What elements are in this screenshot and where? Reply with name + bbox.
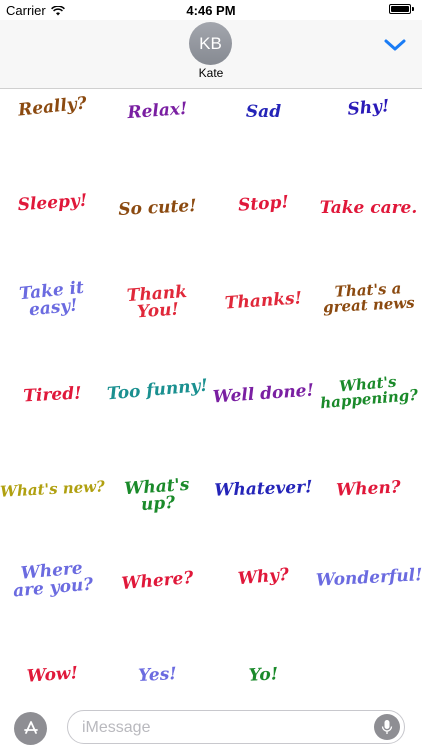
sticker[interactable]: That's a great news: [315, 279, 421, 316]
sticker[interactable]: So cute!: [105, 196, 211, 220]
sticker[interactable]: Tired!: [0, 383, 105, 406]
message-field[interactable]: [67, 710, 405, 744]
sticker[interactable]: Where?: [104, 568, 210, 594]
contact-name[interactable]: Kate: [0, 66, 422, 80]
sticker[interactable]: What's new?: [0, 477, 105, 500]
status-bar: Carrier 4:46 PM: [0, 0, 422, 20]
battery-icon: [389, 4, 414, 14]
sticker[interactable]: Sad: [211, 104, 316, 121]
sticker[interactable]: Wonderful!: [316, 565, 422, 591]
sticker[interactable]: Well done!: [211, 380, 317, 407]
sticker[interactable]: Where are you?: [0, 558, 106, 601]
sticker[interactable]: Really?: [0, 93, 106, 122]
message-input[interactable]: [80, 717, 374, 739]
sticker-grid: Really? Relax! Sad Shy! Sleepy! So cute!…: [0, 89, 422, 706]
sticker[interactable]: Whatever!: [211, 477, 317, 500]
sticker[interactable]: Thanks!: [211, 288, 317, 313]
sticker[interactable]: What's up?: [104, 475, 211, 516]
sticker[interactable]: Stop!: [211, 192, 317, 216]
sticker[interactable]: Shy!: [315, 95, 421, 121]
chevron-down-icon[interactable]: [382, 36, 408, 54]
sticker[interactable]: Wow!: [0, 663, 105, 687]
sticker[interactable]: Why?: [210, 564, 316, 590]
sticker[interactable]: Yo!: [211, 664, 317, 686]
app-store-icon: [23, 720, 38, 734]
sticker[interactable]: Take care.: [316, 200, 421, 217]
avatar[interactable]: KB: [189, 22, 232, 65]
message-input-bar: [0, 706, 422, 750]
microphone-icon: [381, 720, 393, 734]
sticker[interactable]: What's happening?: [315, 372, 422, 413]
sticker[interactable]: When?: [316, 477, 422, 500]
dictation-button[interactable]: [374, 714, 400, 740]
sticker[interactable]: Relax!: [105, 99, 211, 123]
sticker[interactable]: Sleepy!: [0, 191, 105, 216]
sticker[interactable]: Yes!: [105, 664, 211, 686]
app-store-button[interactable]: [14, 712, 47, 745]
clock: 4:46 PM: [186, 3, 236, 18]
sticker[interactable]: Take it easy!: [0, 278, 106, 323]
conversation-header: KB Kate: [0, 20, 422, 89]
sticker[interactable]: Too funny!: [104, 376, 210, 405]
sticker[interactable]: Thank You!: [104, 282, 211, 323]
